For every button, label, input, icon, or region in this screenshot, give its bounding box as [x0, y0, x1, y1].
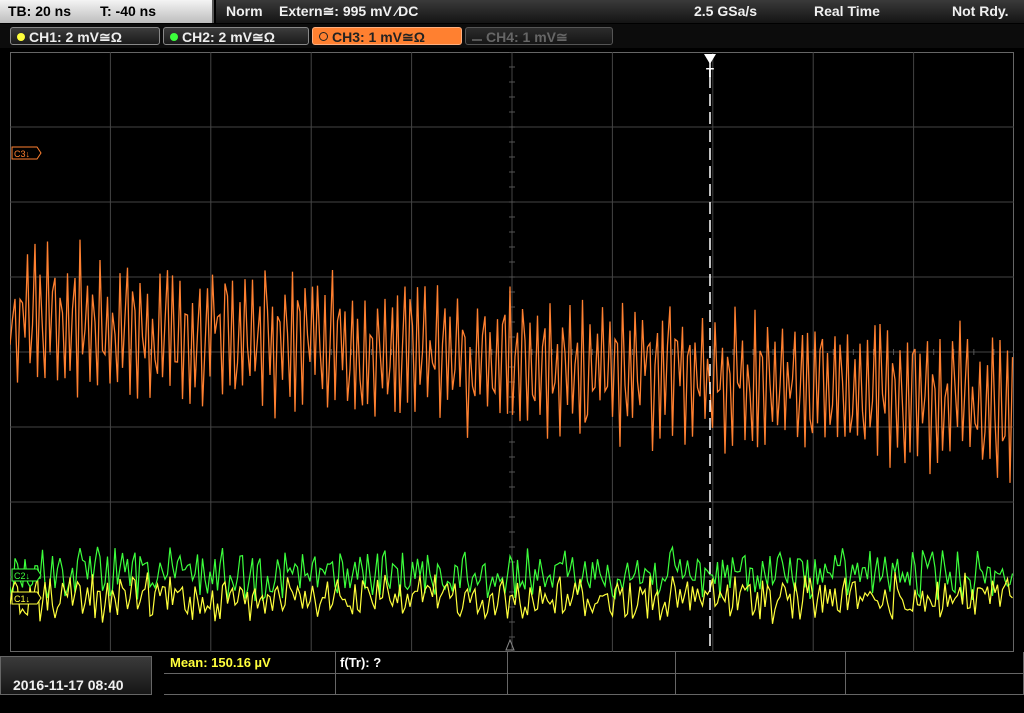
channel-bar: CH1: 2 mV≅Ω CH2: 2 mV≅Ω CH3: 1 mV≅Ω CH4:… [0, 24, 1024, 48]
channel-3-offset-marker[interactable]: C3↓ [11, 146, 42, 160]
channel-3-waveform [9, 239, 1014, 483]
trigger-source: Extern≅: 995 mV ⁄DC [279, 3, 419, 19]
mean-measurement: Mean: 150.16 µV [170, 655, 271, 670]
trigger-arrow-icon[interactable] [704, 54, 716, 64]
channel-1-marker-label: C1↓ [14, 594, 30, 604]
channel-4-off-icon [472, 39, 482, 41]
channel-4-button[interactable]: CH4: 1 mV≅ [465, 27, 613, 45]
channel-2-label: CH2: 2 mV≅Ω [182, 29, 275, 45]
measurement-table[interactable]: Mean: 150.16 µV f(Tr): ? [164, 652, 1024, 695]
channel-1-indicator-icon [17, 33, 25, 41]
timebase-box[interactable]: TB: 20 ns T: -40 ns [0, 0, 214, 23]
channel-3-label: CH3: 1 mV≅Ω [332, 29, 425, 45]
channel-2-marker-label: C2↓ [14, 571, 30, 581]
channel-3-indicator-icon [319, 32, 328, 41]
channel-1-waveform [9, 572, 1013, 624]
frequency-measurement: f(Tr): ? [340, 655, 382, 670]
channel-3-marker-label: C3↓ [14, 149, 30, 159]
channel-1-offset-marker[interactable]: C1↓ [11, 591, 42, 605]
trigger-mode: Norm [226, 3, 263, 19]
waveform-display[interactable]: T C3↓ C2↓ C1↓ [9, 51, 1014, 653]
channel-3-button[interactable]: CH3: 1 mV≅Ω [312, 27, 462, 45]
channel-2-offset-marker[interactable]: C2↓ [11, 568, 42, 582]
trigger-time-label: T: -40 ns [100, 3, 157, 19]
acquisition-mode: Real Time [814, 3, 880, 19]
sample-rate: 2.5 GSa/s [694, 3, 758, 19]
channel-2-button[interactable]: CH2: 2 mV≅Ω [163, 27, 309, 45]
bottom-bar: 2016-11-17 08:40 Mean: 150.16 µV f(Tr): … [0, 652, 1024, 695]
top-status-bar: TB: 20 ns T: -40 ns Norm Extern≅: 995 mV… [0, 0, 1024, 24]
acquisition-state: Not Rdy. [952, 3, 1009, 19]
date-time-label: 2016-11-17 08:40 [13, 677, 124, 693]
trigger-status-bar[interactable]: Norm Extern≅: 995 mV ⁄DC 2.5 GSa/s Real … [216, 0, 1024, 23]
center-arrow-icon [505, 638, 515, 651]
trigger-marker-label: T [706, 65, 714, 80]
channel-1-button[interactable]: CH1: 2 mV≅Ω [10, 27, 160, 45]
channel-4-label: CH4: 1 mV≅ [486, 29, 568, 45]
date-time-box[interactable]: 2016-11-17 08:40 [0, 656, 152, 695]
waveform-svg: T C3↓ C2↓ C1↓ [9, 51, 1014, 653]
channel-2-indicator-icon [170, 33, 178, 41]
channel-1-label: CH1: 2 mV≅Ω [29, 29, 122, 45]
timebase-label: TB: 20 ns [8, 3, 72, 19]
